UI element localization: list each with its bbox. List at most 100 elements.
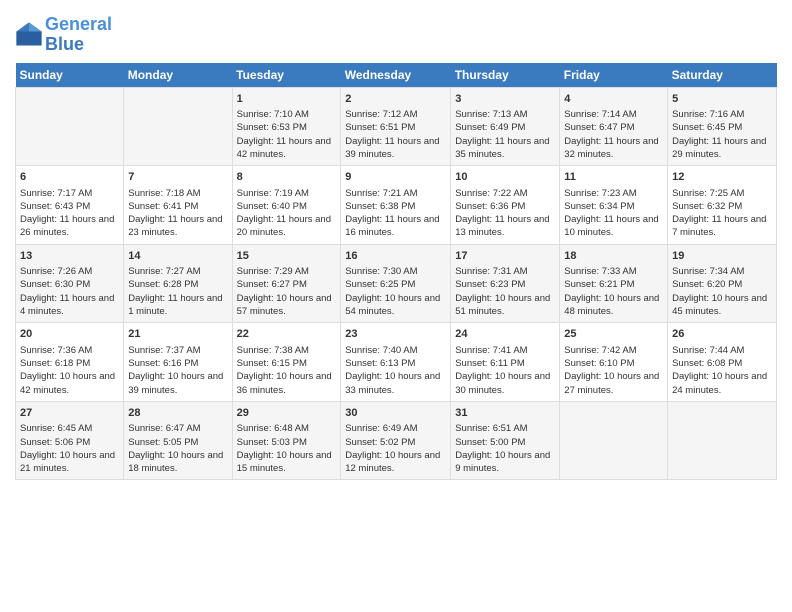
calendar-cell: 20Sunrise: 7:36 AMSunset: 6:18 PMDayligh… xyxy=(16,323,124,402)
day-info: Sunset: 6:36 PM xyxy=(455,200,555,213)
day-number: 29 xyxy=(237,406,337,421)
day-info: Sunset: 6:49 PM xyxy=(455,121,555,134)
day-info: Daylight: 11 hours and 1 minute. xyxy=(128,292,227,319)
calendar-cell: 28Sunrise: 6:47 AMSunset: 5:05 PMDayligh… xyxy=(124,401,232,480)
day-info: Daylight: 11 hours and 16 minutes. xyxy=(345,213,446,240)
day-number: 11 xyxy=(564,170,663,185)
logo-icon xyxy=(15,21,43,49)
calendar-cell: 24Sunrise: 7:41 AMSunset: 6:11 PMDayligh… xyxy=(451,323,560,402)
calendar-cell: 19Sunrise: 7:34 AMSunset: 6:20 PMDayligh… xyxy=(668,244,777,323)
day-info: Sunset: 6:30 PM xyxy=(20,278,119,291)
day-number: 22 xyxy=(237,327,337,342)
day-info: Sunset: 6:25 PM xyxy=(345,278,446,291)
day-number: 3 xyxy=(455,92,555,107)
calendar-cell: 21Sunrise: 7:37 AMSunset: 6:16 PMDayligh… xyxy=(124,323,232,402)
day-info: Sunrise: 7:18 AM xyxy=(128,187,227,200)
day-info: Daylight: 10 hours and 27 minutes. xyxy=(564,370,663,397)
weekday-header-sunday: Sunday xyxy=(16,63,124,88)
day-info: Daylight: 11 hours and 10 minutes. xyxy=(564,213,663,240)
calendar-cell: 9Sunrise: 7:21 AMSunset: 6:38 PMDaylight… xyxy=(341,166,451,245)
day-info: Sunset: 6:11 PM xyxy=(455,357,555,370)
day-info: Sunrise: 7:26 AM xyxy=(20,265,119,278)
day-info: Sunrise: 7:22 AM xyxy=(455,187,555,200)
day-number: 12 xyxy=(672,170,772,185)
calendar-cell: 18Sunrise: 7:33 AMSunset: 6:21 PMDayligh… xyxy=(560,244,668,323)
day-info: Sunrise: 7:10 AM xyxy=(237,108,337,121)
day-info: Sunset: 6:34 PM xyxy=(564,200,663,213)
day-info: Sunset: 6:21 PM xyxy=(564,278,663,291)
day-info: Sunset: 6:40 PM xyxy=(237,200,337,213)
day-number: 26 xyxy=(672,327,772,342)
day-info: Sunrise: 7:40 AM xyxy=(345,344,446,357)
day-number: 23 xyxy=(345,327,446,342)
calendar-table: SundayMondayTuesdayWednesdayThursdayFrid… xyxy=(15,63,777,481)
weekday-header-tuesday: Tuesday xyxy=(232,63,341,88)
day-info: Sunset: 5:03 PM xyxy=(237,436,337,449)
calendar-cell: 10Sunrise: 7:22 AMSunset: 6:36 PMDayligh… xyxy=(451,166,560,245)
day-info: Daylight: 11 hours and 29 minutes. xyxy=(672,135,772,162)
day-info: Sunset: 6:28 PM xyxy=(128,278,227,291)
calendar-cell: 5Sunrise: 7:16 AMSunset: 6:45 PMDaylight… xyxy=(668,87,777,166)
weekday-header-monday: Monday xyxy=(124,63,232,88)
day-info: Sunrise: 7:30 AM xyxy=(345,265,446,278)
day-number: 1 xyxy=(237,92,337,107)
calendar-cell xyxy=(16,87,124,166)
day-info: Sunrise: 6:47 AM xyxy=(128,422,227,435)
day-number: 15 xyxy=(237,249,337,264)
calendar-cell: 4Sunrise: 7:14 AMSunset: 6:47 PMDaylight… xyxy=(560,87,668,166)
day-info: Sunrise: 7:13 AM xyxy=(455,108,555,121)
calendar-cell: 2Sunrise: 7:12 AMSunset: 6:51 PMDaylight… xyxy=(341,87,451,166)
calendar-cell: 29Sunrise: 6:48 AMSunset: 5:03 PMDayligh… xyxy=(232,401,341,480)
day-info: Sunrise: 6:45 AM xyxy=(20,422,119,435)
day-number: 25 xyxy=(564,327,663,342)
day-number: 7 xyxy=(128,170,227,185)
day-info: Daylight: 11 hours and 35 minutes. xyxy=(455,135,555,162)
day-info: Daylight: 11 hours and 20 minutes. xyxy=(237,213,337,240)
day-info: Sunset: 6:32 PM xyxy=(672,200,772,213)
calendar-cell: 7Sunrise: 7:18 AMSunset: 6:41 PMDaylight… xyxy=(124,166,232,245)
day-number: 20 xyxy=(20,327,119,342)
day-number: 16 xyxy=(345,249,446,264)
day-info: Sunrise: 7:41 AM xyxy=(455,344,555,357)
calendar-week-4: 20 Sunrise: 7:36 AMSunset: 6:18 PM Dayligh… xyxy=(16,323,777,402)
day-number: 8 xyxy=(237,170,337,185)
calendar-week-3: 13Sunrise: 7:26 AMSunset: 6:30 PMDayligh… xyxy=(16,244,777,323)
calendar-cell: 15Sunrise: 7:29 AMSunset: 6:27 PMDayligh… xyxy=(232,244,341,323)
day-info: Sunset: 6:53 PM xyxy=(237,121,337,134)
day-info: Sunrise: 7:21 AM xyxy=(345,187,446,200)
day-info: Sunrise: 7:44 AM xyxy=(672,344,772,357)
calendar-cell xyxy=(668,401,777,480)
day-info: Daylight: 10 hours and 21 minutes. xyxy=(20,449,119,476)
day-info: Daylight: 10 hours and 39 minutes. xyxy=(128,370,227,397)
day-info: Sunrise: 6:49 AM xyxy=(345,422,446,435)
day-info: Sunset: 5:06 PM xyxy=(20,436,119,449)
day-info: Sunset: 6:08 PM xyxy=(672,357,772,370)
day-info: Sunrise: 7:42 AM xyxy=(564,344,663,357)
calendar-cell: 6Sunrise: 7:17 AMSunset: 6:43 PMDaylight… xyxy=(16,166,124,245)
day-info: Daylight: 10 hours and 24 minutes. xyxy=(672,370,772,397)
day-info: Sunset: 6:43 PM xyxy=(20,200,119,213)
day-number: 31 xyxy=(455,406,555,421)
logo-text: General Blue xyxy=(45,15,112,55)
day-info: Sunset: 6:45 PM xyxy=(672,121,772,134)
day-info: Sunset: 6:13 PM xyxy=(345,357,446,370)
page-container: General Blue SundayMondayTuesdayWednesda… xyxy=(0,0,792,490)
day-info: Daylight: 11 hours and 42 minutes. xyxy=(237,135,337,162)
day-info: Daylight: 11 hours and 39 minutes. xyxy=(345,135,446,162)
day-info: Sunset: 6:23 PM xyxy=(455,278,555,291)
day-info: Sunrise: 7:29 AM xyxy=(237,265,337,278)
calendar-cell: 23Sunrise: 7:40 AMSunset: 6:13 PMDayligh… xyxy=(341,323,451,402)
day-info: Sunset: 6:51 PM xyxy=(345,121,446,134)
day-number: 2 xyxy=(345,92,446,107)
day-info: Sunrise: 7:38 AM xyxy=(237,344,337,357)
calendar-cell: 26 Sunrise: 7:44 AMSunset: 6:08 PMDayligh… xyxy=(668,323,777,402)
day-info: Sunrise: 7:36 AM xyxy=(20,344,119,357)
day-info: Sunset: 6:27 PM xyxy=(237,278,337,291)
calendar-week-5: 27Sunrise: 6:45 AMSunset: 5:06 PMDayligh… xyxy=(16,401,777,480)
day-info: Sunrise: 7:27 AM xyxy=(128,265,227,278)
day-number: 28 xyxy=(128,406,227,421)
day-number: 4 xyxy=(564,92,663,107)
weekday-header-thursday: Thursday xyxy=(451,63,560,88)
day-info: Sunset: 6:18 PM xyxy=(20,357,119,370)
header: General Blue xyxy=(15,10,777,55)
